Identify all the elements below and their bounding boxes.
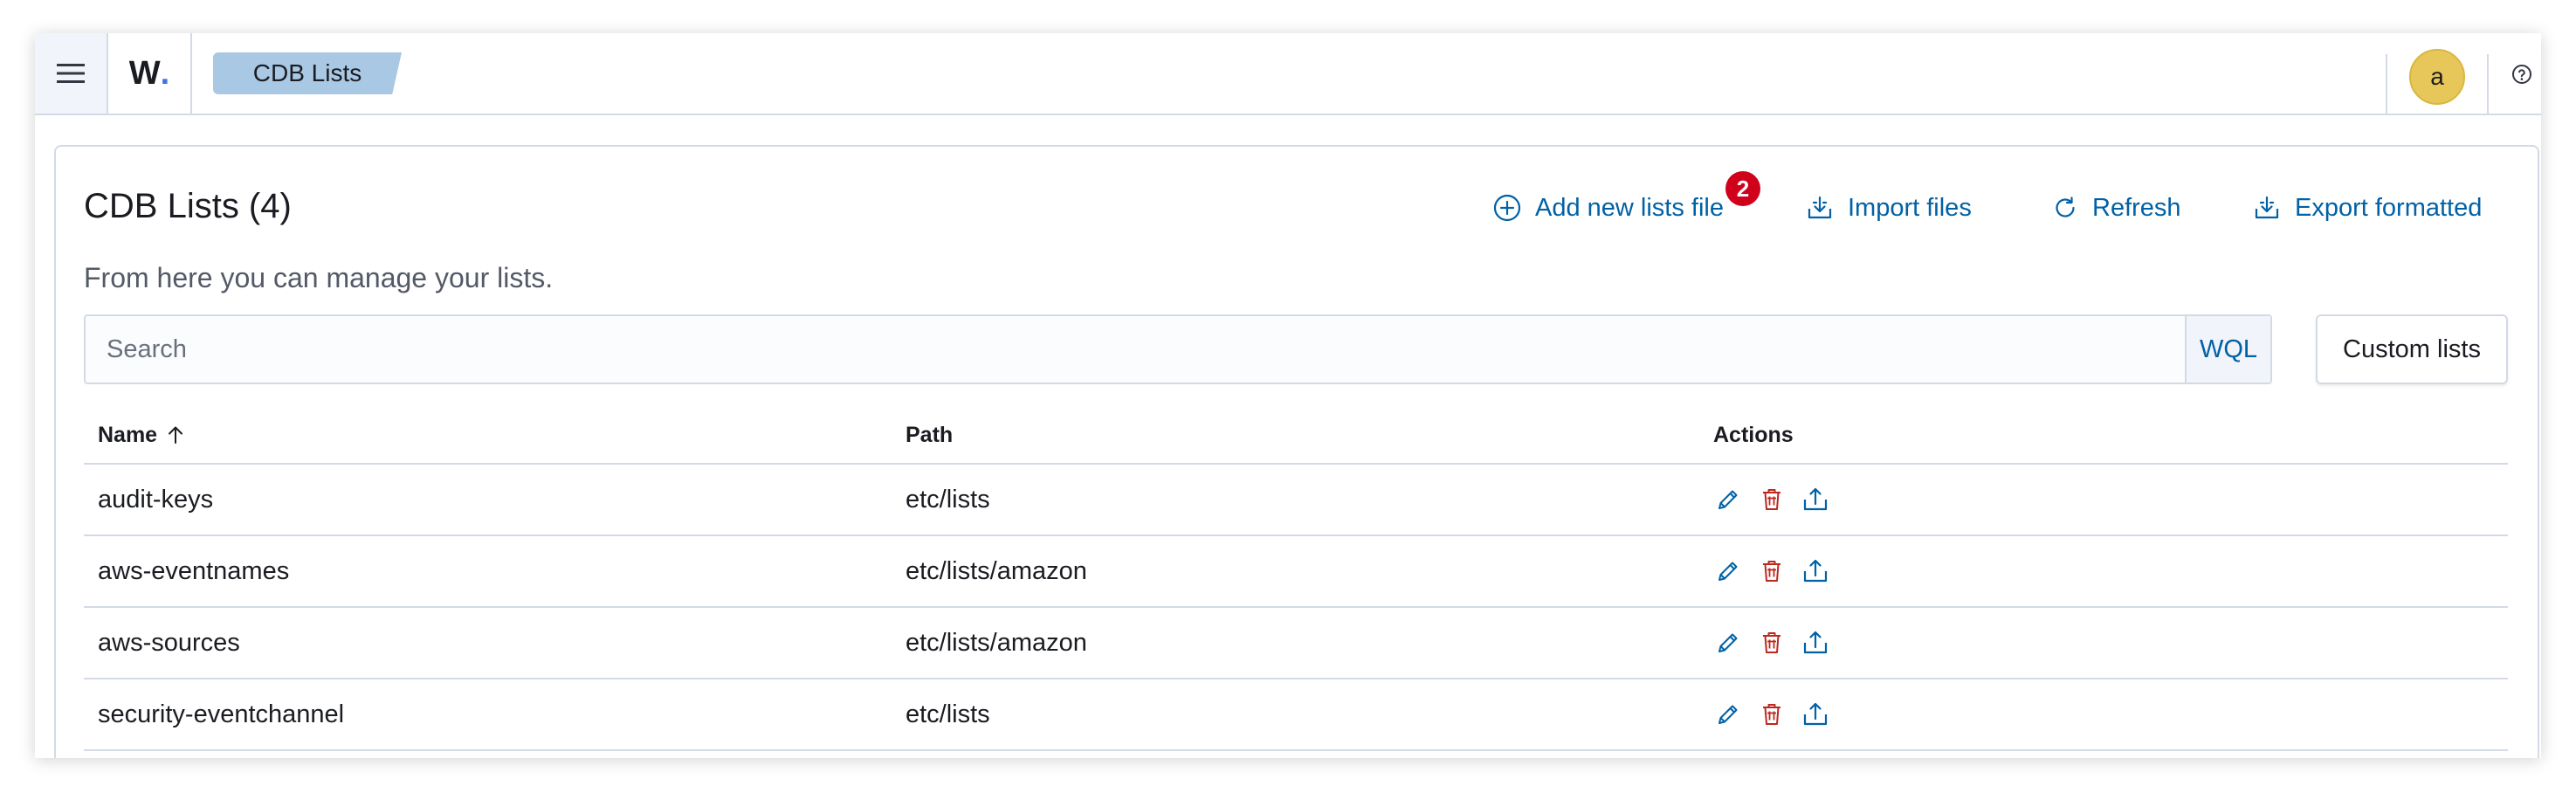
- breadcrumb-cdb-lists[interactable]: CDB Lists: [213, 52, 402, 94]
- refresh-button[interactable]: Refresh: [2052, 190, 2181, 225]
- add-new-lists-file-label: Add new lists file: [1535, 193, 1724, 222]
- row-name[interactable]: audit-keys: [98, 465, 213, 534]
- cdb-lists-table: Name Path Actions audit-keys etc/lists a…: [84, 407, 2508, 751]
- table-row: aws-eventnames etc/lists/amazon: [84, 536, 2508, 608]
- search-bar: WQL: [84, 314, 2272, 384]
- header-divider: [2386, 54, 2387, 114]
- hamburger-icon: [57, 64, 85, 83]
- header-divider: [2487, 54, 2489, 114]
- top-header: W. CDB Lists a: [35, 33, 2541, 115]
- import-files-label: Import files: [1848, 193, 1972, 222]
- page-title: CDB Lists (4): [84, 187, 292, 225]
- row-path: etc/lists: [906, 485, 990, 514]
- row-name[interactable]: aws-eventnames: [98, 536, 289, 606]
- search-input[interactable]: [86, 316, 2185, 383]
- upload-icon[interactable]: [1801, 628, 1830, 658]
- app-logo[interactable]: W.: [108, 33, 192, 114]
- pencil-icon[interactable]: [1713, 485, 1743, 514]
- upload-icon[interactable]: [1801, 700, 1830, 729]
- custom-lists-button[interactable]: Custom lists: [2316, 314, 2508, 384]
- row-path: etc/lists/amazon: [906, 556, 1087, 585]
- column-header-path[interactable]: Path: [906, 407, 953, 463]
- trash-icon[interactable]: [1757, 556, 1787, 586]
- pencil-icon[interactable]: [1713, 556, 1743, 586]
- menu-button[interactable]: [35, 33, 108, 114]
- column-header-actions: Actions: [1713, 422, 1794, 447]
- notification-badge: 2: [1725, 171, 1760, 206]
- pencil-icon[interactable]: [1713, 700, 1743, 729]
- app-window: W. CDB Lists a CDB Lists (4) Add new lis…: [35, 33, 2541, 758]
- column-header-name-label: Name: [98, 422, 158, 447]
- export-icon: [2255, 196, 2279, 219]
- help-icon: [2512, 65, 2531, 84]
- pencil-icon[interactable]: [1713, 628, 1743, 658]
- trash-icon[interactable]: [1757, 628, 1787, 658]
- row-name[interactable]: security-eventchannel: [98, 679, 344, 749]
- avatar[interactable]: a: [2409, 49, 2465, 105]
- import-icon: [1808, 196, 1832, 219]
- row-path: etc/lists/amazon: [906, 628, 1087, 657]
- cdb-lists-panel: CDB Lists (4) Add new lists file 2 Impor…: [54, 145, 2539, 758]
- row-path: etc/lists: [906, 700, 990, 728]
- row-actions: [1713, 608, 1830, 678]
- row-actions: [1713, 536, 1830, 606]
- export-formatted-button[interactable]: Export formatted: [2253, 190, 2482, 225]
- import-files-button[interactable]: Import files: [1806, 190, 1972, 225]
- export-formatted-label: Export formatted: [2295, 193, 2483, 222]
- plus-circle-icon: [1493, 194, 1521, 222]
- wql-toggle-button[interactable]: WQL: [2185, 316, 2270, 383]
- logo-letter: W: [128, 54, 161, 92]
- add-new-lists-file-button[interactable]: Add new lists file: [1493, 190, 1724, 225]
- refresh-label: Refresh: [2092, 193, 2181, 222]
- help-button[interactable]: [2511, 63, 2533, 86]
- table-row: security-eventchannel etc/lists: [84, 679, 2508, 751]
- table-header: Name Path Actions: [84, 407, 2508, 465]
- refresh-icon: [2056, 197, 2075, 217]
- trash-icon[interactable]: [1757, 485, 1787, 514]
- trash-icon[interactable]: [1757, 700, 1787, 729]
- row-actions: [1713, 465, 1830, 534]
- row-name[interactable]: aws-sources: [98, 608, 240, 678]
- logo-dot: .: [160, 54, 170, 92]
- column-header-name[interactable]: Name: [98, 407, 185, 463]
- arrow-up-icon: [166, 424, 185, 445]
- upload-icon[interactable]: [1801, 556, 1830, 586]
- row-actions: [1713, 679, 1830, 749]
- page-description: From here you can manage your lists.: [84, 262, 554, 293]
- table-row: audit-keys etc/lists: [84, 465, 2508, 536]
- upload-icon[interactable]: [1801, 485, 1830, 514]
- table-row: aws-sources etc/lists/amazon: [84, 608, 2508, 679]
